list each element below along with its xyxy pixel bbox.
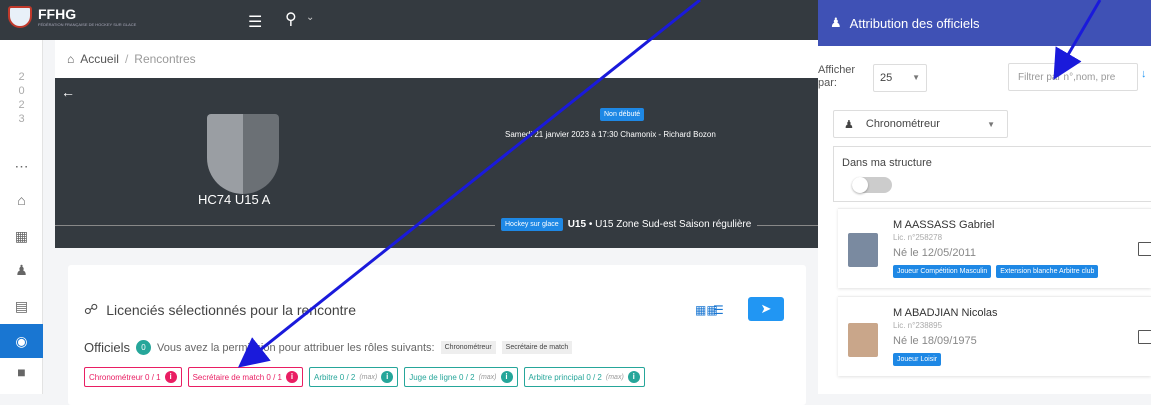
allowed-role-tag: Chronométreur xyxy=(440,341,496,354)
competition-tag-row: Hockey sur glace U15 • U15 Zone Sud-est … xyxy=(495,218,758,231)
avatar xyxy=(848,233,878,267)
breadcrumb: ⌂ Accueil / Rencontres xyxy=(55,40,818,78)
caret-down-icon: ▼ xyxy=(987,119,995,129)
person-card[interactable]: M AASSASS Gabriel Lic. n°258278 Né le 12… xyxy=(838,208,1151,288)
breadcrumb-current: Rencontres xyxy=(134,52,196,66)
person-name: M ABADJIAN Nicolas xyxy=(893,307,998,319)
user-tie-icon: ♟ xyxy=(844,118,854,131)
person-license: Lic. n°238895 xyxy=(893,321,943,330)
left-sidebar: 2 0 2 3 ⋯ ⌂ ▦ ♟ ▤ ◉ ■ xyxy=(0,40,43,394)
search-icon[interactable]: ⚲ xyxy=(285,9,297,29)
team-name: HC74 U15 A xyxy=(198,192,271,207)
navigate-button[interactable]: ➤ xyxy=(748,297,784,321)
sitemap-icon: ☍ xyxy=(84,301,99,317)
info-icon[interactable]: i xyxy=(164,371,177,383)
role-select[interactable]: ♟ Chronométreur ▼ xyxy=(833,110,1008,138)
person-name: M AASSASS Gabriel xyxy=(893,219,995,231)
person-license: Lic. n°258278 xyxy=(893,233,943,242)
officiels-label: Officiels xyxy=(84,340,130,355)
structure-toggle[interactable] xyxy=(852,177,892,193)
brand-name: FFHG xyxy=(38,6,77,22)
list-view-icon[interactable]: ☰ xyxy=(713,303,724,317)
season-year: 2 0 2 3 xyxy=(18,71,25,125)
team-shield-icon xyxy=(207,114,279,194)
match-banner: ← HC74 U15 A Non débuté Samedi 21 janvie… xyxy=(55,78,818,248)
trophy-icon[interactable]: ◉ xyxy=(0,324,43,358)
avatar xyxy=(848,323,878,357)
sport-badge: Hockey sur glace xyxy=(501,218,563,231)
person-badges: Joueur Compétition Masculin Extension bl… xyxy=(893,265,1099,278)
person-card[interactable]: M ABADJIAN Nicolas Lic. n°238895 Né le 1… xyxy=(838,296,1151,376)
person-birthdate: Né le 18/09/1975 xyxy=(893,335,977,347)
per-page-select[interactable]: 25 ▼ xyxy=(873,64,927,92)
status-badge: Non débuté xyxy=(600,108,645,121)
info-icon[interactable]: i xyxy=(381,371,394,383)
select-checkbox[interactable] xyxy=(1138,242,1151,256)
per-page-label: Afficher par: xyxy=(818,64,856,89)
person-badges: Joueur Loisir xyxy=(893,353,942,366)
caret-down-icon: ▼ xyxy=(912,73,920,82)
folder-icon[interactable]: ■ xyxy=(0,364,43,380)
building-icon[interactable]: ▦ xyxy=(0,228,43,245)
allowed-role-tag: Secrétaire de match xyxy=(501,341,573,354)
competition-label: U15 • U15 Zone Sud-est Saison régulière xyxy=(567,219,752,230)
role-slot-juge-de-ligne[interactable]: Juge de ligne 0 / 2 (max) i xyxy=(404,367,518,387)
panel-body: Afficher par: 25 ▼ Filtrer par n°,nom, pr… xyxy=(818,46,1151,394)
more-icon[interactable]: ⋯ xyxy=(0,158,43,175)
ffhg-logo[interactable]: FFHG FÉDÉRATION FRANÇAISE DE HOCKEY SUR … xyxy=(8,6,136,28)
officiels-count-badge: 0 xyxy=(136,340,151,355)
person-birthdate: Né le 12/05/2011 xyxy=(893,247,976,259)
license-badge: Extension blanche Arbitre club xyxy=(996,265,1099,278)
info-icon[interactable]: i xyxy=(285,371,298,383)
select-checkbox[interactable] xyxy=(1138,330,1151,344)
panel-header: ♟ Attribution des officiels xyxy=(818,0,1151,46)
license-badge: Joueur Loisir xyxy=(893,353,942,366)
match-datetime-venue: Samedi 21 janvier 2023 à 17:30 Chamonix … xyxy=(505,130,716,139)
officiels-row: Officiels 0 Vous avez la permission pour… xyxy=(84,340,573,355)
home-icon[interactable]: ⌂ xyxy=(67,52,74,66)
back-arrow-icon[interactable]: ← xyxy=(61,84,75,100)
users-icon[interactable]: ♟ xyxy=(0,262,43,279)
attribution-panel: ♟ Attribution des officiels Afficher par… xyxy=(818,0,1151,394)
structure-filter: Dans ma structure xyxy=(833,146,1151,202)
home-icon[interactable]: ⌂ xyxy=(0,192,43,208)
role-slots: Chronométreur 0 / 1 i Secrétaire de matc… xyxy=(84,367,645,387)
ffhg-shield-icon xyxy=(8,6,32,28)
role-slot-arbitre[interactable]: Arbitre 0 / 2 (max) i xyxy=(308,367,399,387)
breadcrumb-home[interactable]: Accueil xyxy=(80,52,119,66)
info-icon[interactable]: i xyxy=(500,371,513,383)
permission-text: Vous avez la permission pour attribuer l… xyxy=(157,341,435,354)
info-icon[interactable]: i xyxy=(627,371,640,383)
role-slot-secretaire[interactable]: Secrétaire de match 0 / 1 i xyxy=(187,367,303,387)
user-tie-icon: ♟ xyxy=(830,15,842,30)
breadcrumb-separator: / xyxy=(124,52,129,66)
panel-title: Attribution des officiels xyxy=(849,15,980,31)
chevron-down-icon[interactable]: ⌄ xyxy=(306,12,314,23)
sort-icon[interactable]: ↓ xyxy=(1141,68,1147,80)
brand-subtitle: FÉDÉRATION FRANÇAISE DE HOCKEY SUR GLACE xyxy=(38,22,137,27)
top-navbar: FFHG FÉDÉRATION FRANÇAISE DE HOCKEY SUR … xyxy=(0,0,818,40)
role-slot-chronometreur[interactable]: Chronométreur 0 / 1 i xyxy=(84,367,182,387)
hamburger-menu-icon[interactable]: ☰ xyxy=(248,12,262,32)
license-badge: Joueur Compétition Masculin xyxy=(893,265,992,278)
role-slot-arbitre-principal[interactable]: Arbitre principal 0 / 2 (max) i xyxy=(523,367,645,387)
structure-label: Dans ma structure xyxy=(842,157,932,169)
selected-licensees-card: ☍ Licenciés sélectionnés pour la rencont… xyxy=(68,265,806,405)
clipboard-icon[interactable]: ▤ xyxy=(0,298,43,315)
filter-input[interactable]: Filtrer par n°,nom, pre xyxy=(1008,63,1138,91)
card-title: ☍ Licenciés sélectionnés pour la rencont… xyxy=(84,301,356,318)
